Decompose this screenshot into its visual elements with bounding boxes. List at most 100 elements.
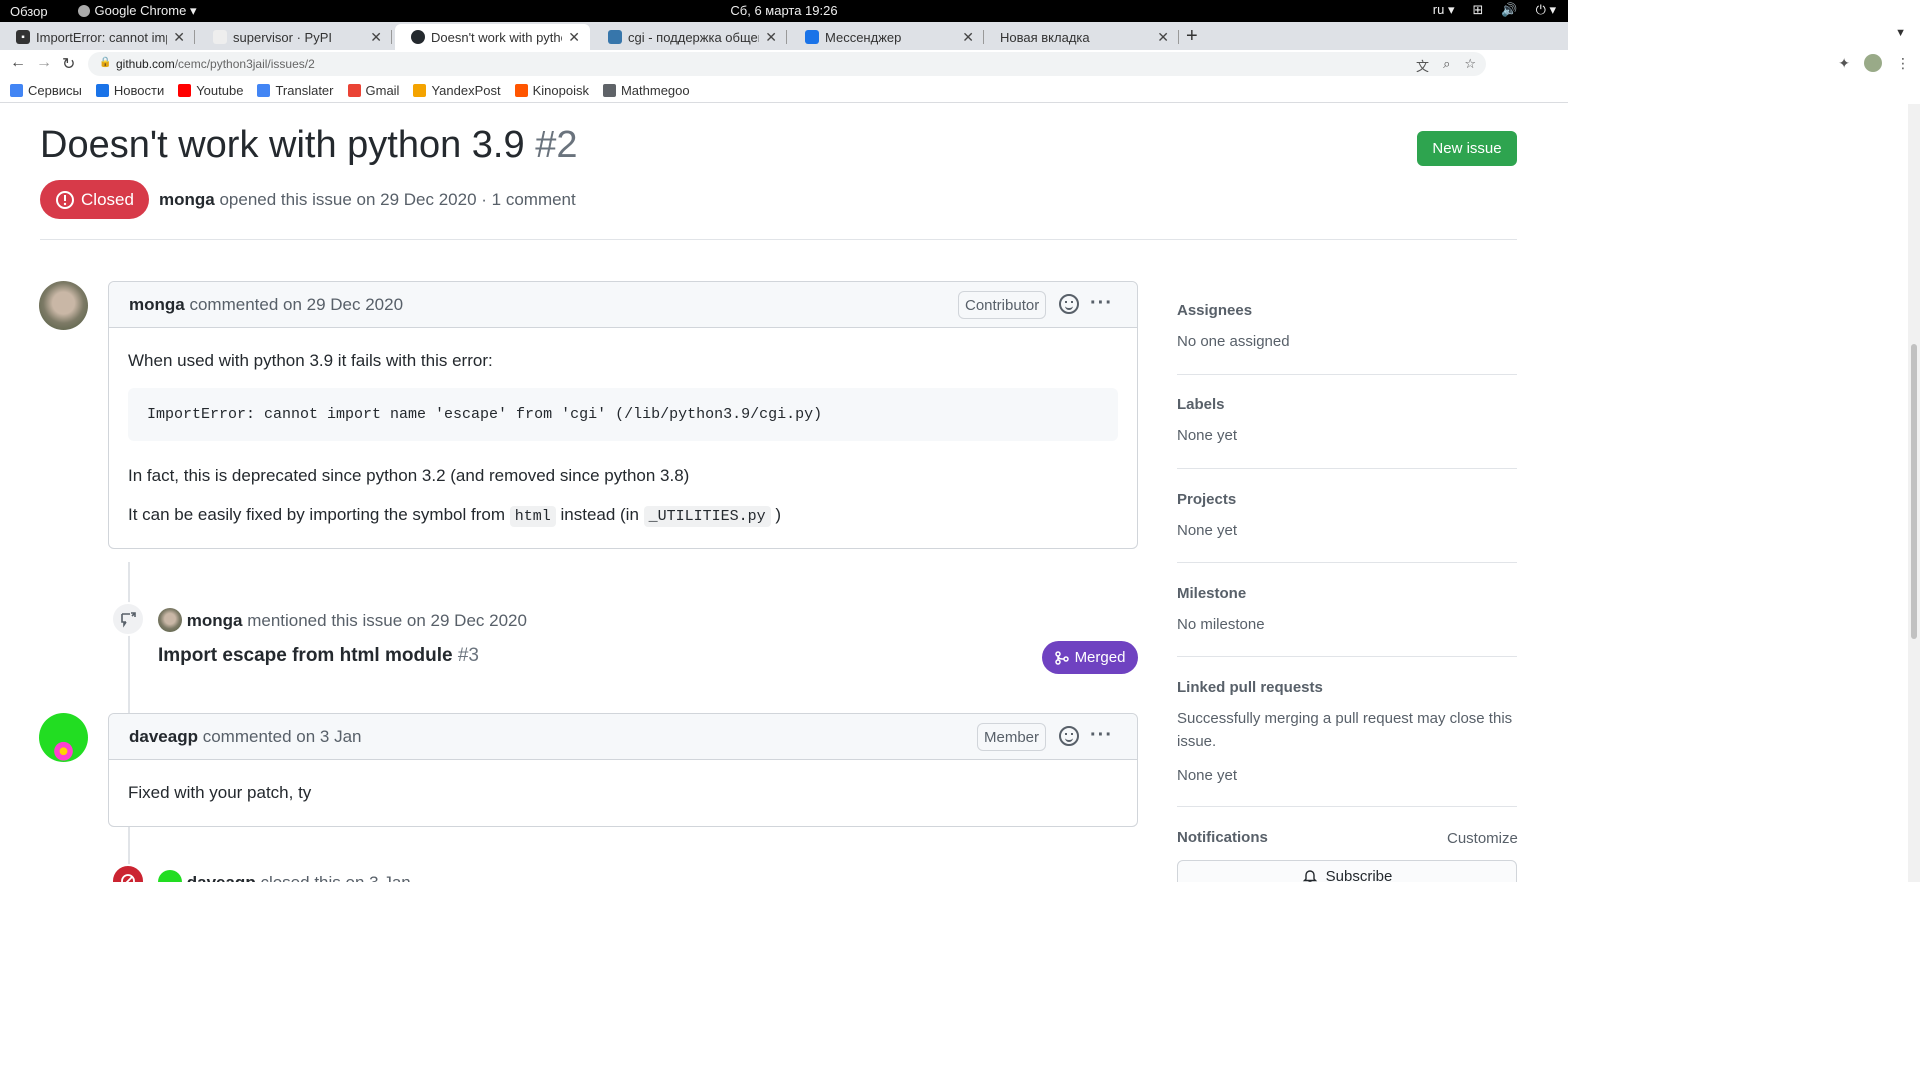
close-tab-icon[interactable]: ✕ [765,29,777,46]
projects-heading[interactable]: Projects [1177,491,1517,508]
referenced-pr-link[interactable]: Import escape from html module #3 [158,645,479,667]
close-tab-icon[interactable]: ✕ [370,29,382,46]
tab-importerror[interactable]: ▪ ImportError: cannot impo ✕ [0,24,195,50]
translate-icon[interactable]: 文 [1416,56,1429,75]
chrome-menu-icon[interactable]: ⋮ [1896,55,1910,72]
toolbar: ← → ↻ 🔒 github.com/cemc/python3jail/issu… [0,50,1568,78]
bookmark-youtube[interactable]: Youtube [178,83,243,98]
bookmark-yandexpost[interactable]: YandexPost [413,83,501,98]
gmail-icon [347,83,361,97]
bookmark-kinopoisk[interactable]: Kinopoisk [514,83,589,98]
milestone-heading[interactable]: Milestone [1177,585,1517,602]
sidebar-divider [1177,468,1517,469]
tab-supervisor-pypi[interactable]: supervisor · PyPI ✕ [197,24,392,50]
github-icon [411,30,425,44]
system-top-bar: Обзор Google Chrome ▾ Сб, 6 марта 19:26 … [0,0,1568,22]
bell-icon [1302,870,1317,882]
sidebar-projects: Projects None yet [1177,491,1517,543]
lock-icon[interactable]: 🔒 [99,57,111,68]
scrollbar-thumb[interactable] [1911,344,1917,639]
page-content: Doesn't work with python 3.9 #2 New issu… [0,104,1556,882]
back-icon[interactable]: ← [10,54,26,72]
volume-icon[interactable]: 🔊 [1501,2,1517,18]
close-tab-icon[interactable]: ✕ [568,29,580,46]
author-link[interactable]: monga [159,190,215,209]
bookmark-translater[interactable]: Translater [257,83,334,98]
avatar[interactable] [39,713,88,762]
merge-icon [1054,650,1069,665]
tab-github-issue[interactable]: Doesn't work with python ✕ [395,24,590,50]
subscribe-button[interactable]: Subscribe [1177,860,1517,882]
new-issue-button[interactable]: New issue [1417,131,1517,166]
reload-icon[interactable]: ↻ [62,54,75,74]
mention-event: monga mentioned this issue on 29 Dec 202… [158,608,527,632]
issue-meta: monga opened this issue on 29 Dec 2020 ·… [159,190,576,209]
fix-paragraph: It can be easily fixed by importing the … [128,505,782,527]
apps-grid-icon [10,83,23,97]
labels-heading[interactable]: Labels [1177,396,1517,413]
role-badge: Member [977,723,1047,751]
comment-body: Fixed with your patch, ty [128,783,312,802]
comment-header: monga commented on 29 Dec 2020 Contribut… [109,282,1137,328]
bookmarks-bar: Сервисы Новости Youtube Translater Gmail… [0,78,1568,103]
merged-badge: Merged [1042,641,1138,674]
bookmark-gmail[interactable]: Gmail [347,83,399,98]
avatar[interactable] [158,608,182,632]
bookmark-mathmegoo[interactable]: Mathmegoo [602,83,690,98]
language-indicator[interactable]: ru ▾ [1433,2,1455,18]
comment-author[interactable]: monga [129,295,185,314]
tab-cgi-docs[interactable]: cgi - поддержка общего ш ✕ [592,24,787,50]
more-options-icon[interactable]: ··· [1090,292,1113,315]
page-scrollbar[interactable] [1908,104,1920,882]
closed-event: daveagp closed this on 3 Jan [158,870,411,882]
more-options-icon[interactable]: ··· [1090,724,1113,747]
sidebar-divider [1177,806,1517,807]
kinopoisk-icon [514,83,528,97]
terminal-icon: ▪ [16,30,30,44]
role-badge: Contributor [958,291,1047,319]
issue-title: Doesn't work with python 3.9 #2 [40,124,578,166]
linked-prs-heading: Linked pull requests [1177,679,1323,696]
bookmark-star-icon[interactable]: ☆ [1464,56,1476,75]
zoom-icon[interactable]: ⌕ [1443,56,1450,75]
messenger-icon [805,30,819,44]
close-tab-icon[interactable]: ✕ [1157,29,1169,46]
sidebar-labels: Labels None yet [1177,396,1517,448]
profile-avatar[interactable] [1864,54,1882,72]
close-tab-icon[interactable]: ✕ [173,29,185,46]
translate-icon [257,83,271,97]
sidebar-divider [1177,656,1517,657]
network-icon[interactable]: ⊞ [1472,2,1483,18]
avatar[interactable] [158,870,182,882]
power-icon[interactable]: ⏻ ▾ [1536,2,1556,18]
sidebar-linked-prs: Linked pull requests Successfully mergin… [1177,679,1517,788]
new-tab-button[interactable]: + [1186,25,1198,48]
sidebar-divider [1177,562,1517,563]
tab-messenger[interactable]: Мессенджер ✕ [789,24,984,50]
avatar[interactable] [39,281,88,330]
customize-link[interactable]: Customize [1447,830,1518,847]
close-tab-icon[interactable]: ✕ [962,29,974,46]
address-bar[interactable]: 🔒 github.com/cemc/python3jail/issues/2 文… [88,52,1486,76]
comment-author[interactable]: daveagp [129,727,198,746]
assignees-heading[interactable]: Assignees [1177,302,1517,319]
comment-body: When used with python 3.9 it fails with … [109,328,1137,548]
bookmark-services[interactable]: Сервисы [10,83,82,98]
emoji-reaction-icon[interactable] [1059,294,1079,314]
sidebar-divider [1177,374,1517,375]
clock[interactable]: Сб, 6 марта 19:26 [730,3,837,18]
tab-new-tab[interactable]: Новая вкладка ✕ [984,24,1179,50]
forward-icon[interactable]: → [36,54,52,72]
sidebar-assignees: Assignees No one assigned [1177,302,1517,354]
status-badge: Closed [40,180,149,219]
closed-event-icon [111,864,145,882]
tab-search-icon[interactable]: ▼ [1895,27,1906,39]
code-block: ImportError: cannot import name 'escape'… [128,387,1118,441]
bookmark-news[interactable]: Новости [95,83,164,98]
emoji-reaction-icon[interactable] [1059,726,1079,746]
comment-card: monga commented on 29 Dec 2020 Contribut… [108,281,1138,549]
extensions-icon[interactable]: ✦ [1838,55,1850,72]
youtube-icon [178,83,192,97]
news-icon [95,83,109,97]
issue-closed-icon [56,190,75,209]
